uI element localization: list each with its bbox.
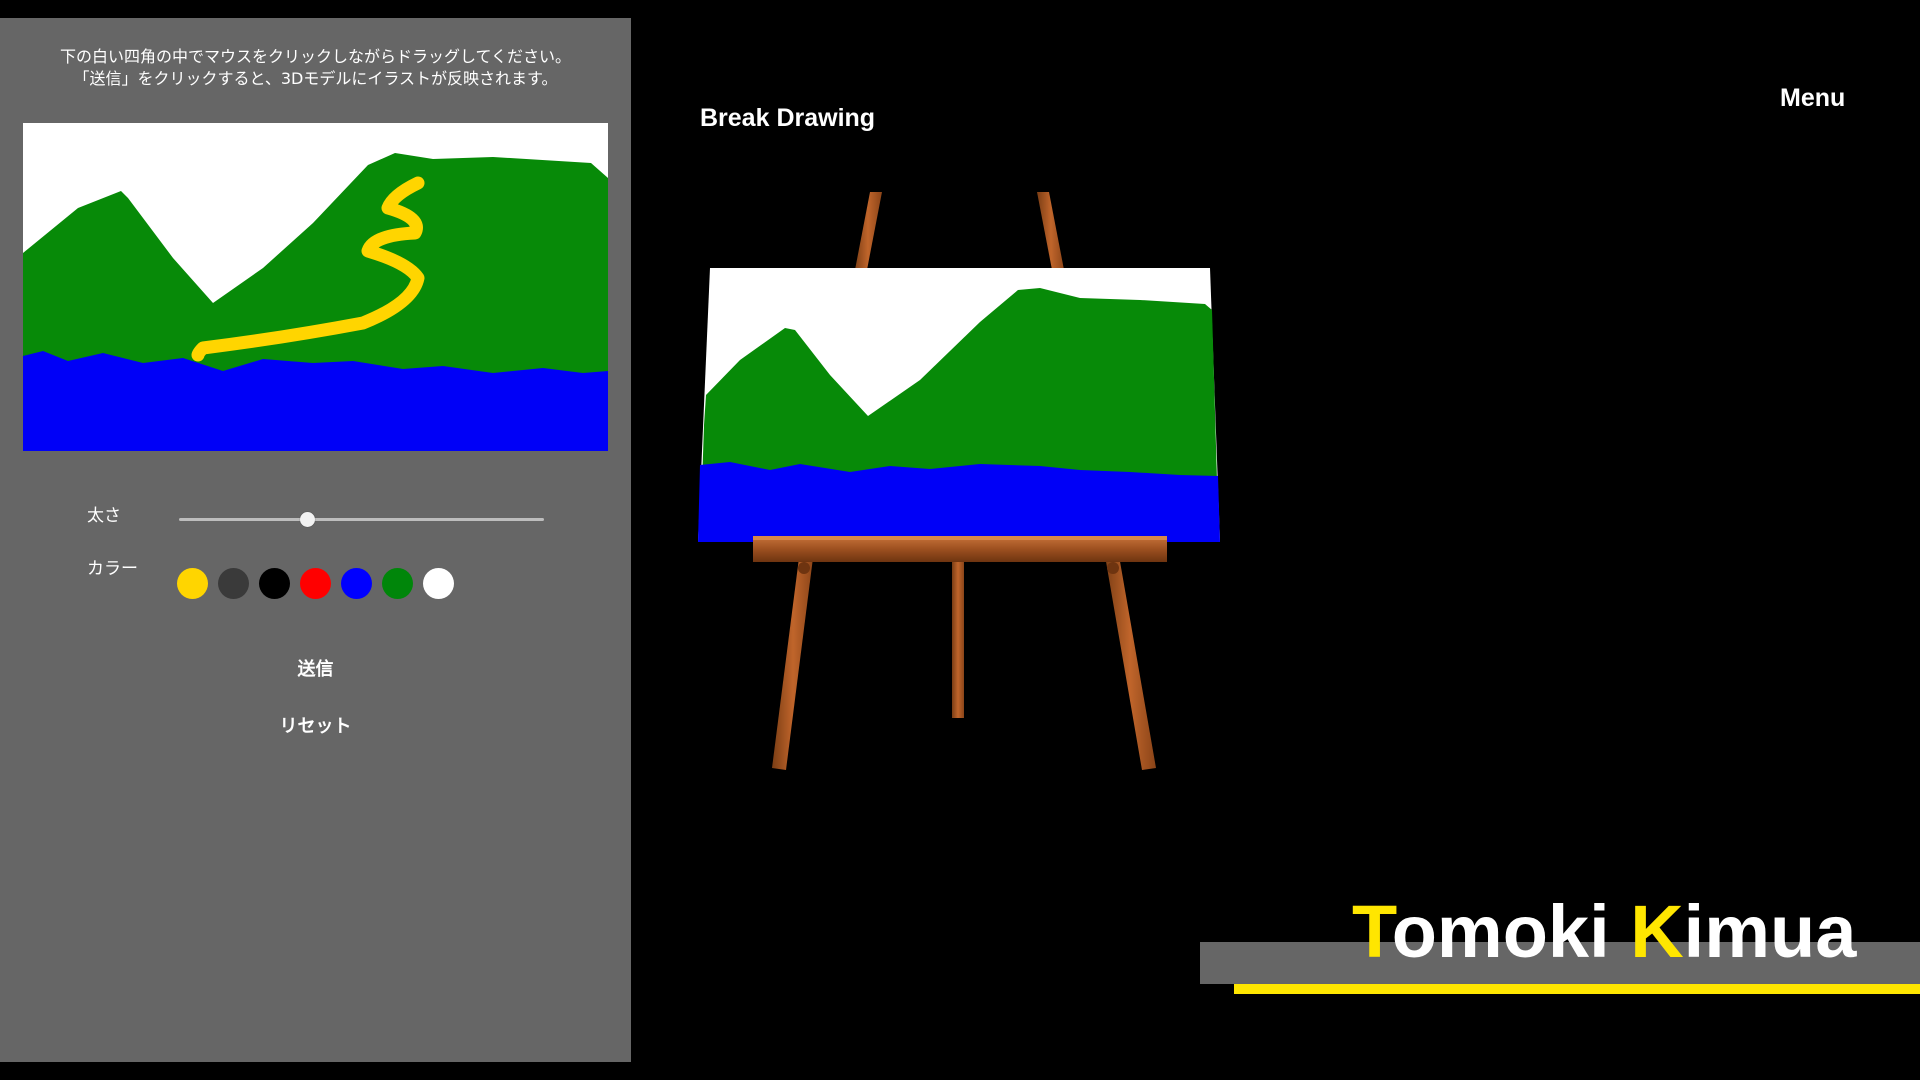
signature-last-name: imua [1683,890,1857,973]
size-slider-track[interactable] [179,518,544,521]
color-swatch-blue[interactable] [341,568,372,599]
color-swatch-red[interactable] [300,568,331,599]
signature-initial-last: K [1630,890,1684,973]
drawing-canvas[interactable] [23,123,608,451]
easel-canvas [698,268,1220,542]
color-swatch-white[interactable] [423,568,454,599]
easel-leg-top-right [1037,192,1065,275]
easel-leg-back [952,560,964,718]
color-swatch-yellow[interactable] [177,568,208,599]
size-slider-thumb[interactable] [299,512,315,527]
app-stage: 下の白い四角の中でマウスをクリックしながらドラッグしてください。 「送信」をクリ… [0,0,1920,1080]
size-label: 太さ [87,506,121,526]
easel-leg-front-right [1104,550,1156,770]
instruction-line-2: 「送信」をクリックすると、3Dモデルにイラストが反映されます。 [73,69,558,88]
easel-leg-top-left [854,192,882,275]
easel-leg-front-left [772,550,814,770]
signature-first-name: omoki [1391,890,1610,973]
menu-button[interactable]: Menu [1780,84,1845,113]
drawing-panel: 下の白い四角の中でマウスをクリックしながらドラッグしてください。 「送信」をクリ… [0,18,631,1062]
color-label: カラー [87,559,138,579]
page-title[interactable]: Break Drawing [700,104,875,133]
instruction-line-1: 下の白い四角の中でマウスをクリックしながらドラッグしてください。 [59,47,572,66]
easel-3d-view[interactable] [680,180,1240,794]
author-signature: Tomoki Kimua [1352,890,1856,974]
color-swatch-black[interactable] [259,568,290,599]
signature-underline [1234,984,1920,994]
signature-initial-first: T [1352,890,1392,973]
size-slider[interactable] [179,512,544,528]
reset-button[interactable]: リセット [0,712,631,738]
color-swatch-dark-gray[interactable] [218,568,249,599]
color-swatch-green[interactable] [382,568,413,599]
send-button[interactable]: 送信 [0,655,631,681]
instructions: 下の白い四角の中でマウスをクリックしながらドラッグしてください。 「送信」をクリ… [0,46,631,90]
